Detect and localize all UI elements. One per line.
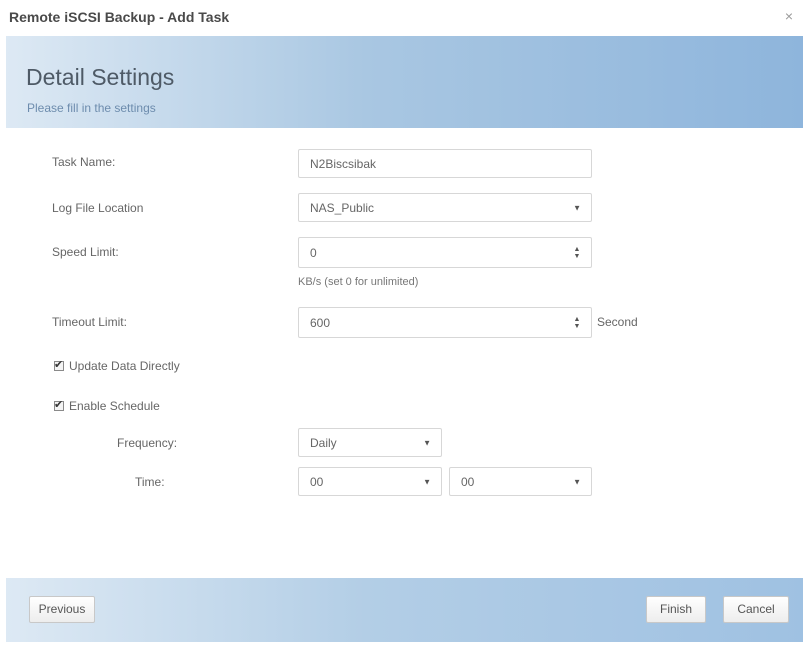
time-minute-value: 00: [461, 474, 475, 489]
close-icon[interactable]: ×: [781, 8, 797, 24]
task-name-input[interactable]: N2Biscsibak: [298, 149, 592, 178]
frequency-value: Daily: [310, 435, 337, 450]
timeout-limit-value: 600: [310, 315, 331, 330]
footer-bar: Previous Finish Cancel: [6, 578, 803, 642]
speed-limit-stepper[interactable]: 0 ▲ ▼: [298, 237, 592, 268]
enable-schedule-checkbox[interactable]: Enable Schedule: [54, 398, 160, 413]
update-data-directly-label: Update Data Directly: [69, 359, 180, 373]
task-name-label: Task Name:: [52, 155, 116, 169]
task-name-value: N2Biscsibak: [310, 156, 377, 171]
title-bar: Remote iSCSI Backup - Add Task ×: [0, 0, 809, 36]
page-subtitle: Please fill in the settings: [27, 101, 156, 115]
time-hour-select[interactable]: 00 ▼: [298, 467, 442, 496]
log-file-location-label: Log File Location: [52, 201, 144, 215]
frequency-label: Frequency:: [117, 436, 178, 450]
chevron-down-icon: ▼: [573, 203, 581, 212]
page-title: Detail Settings: [26, 64, 175, 90]
speed-limit-label: Speed Limit:: [52, 245, 119, 259]
log-file-location-value: NAS_Public: [310, 200, 375, 215]
checkmark-icon[interactable]: [54, 398, 64, 411]
time-label: Time:: [135, 475, 165, 489]
window-title: Remote iSCSI Backup - Add Task: [9, 9, 230, 25]
time-hour-value: 00: [310, 474, 324, 489]
spinner-arrows-icon[interactable]: ▲ ▼: [573, 316, 581, 330]
cancel-button[interactable]: Cancel: [723, 596, 789, 623]
spinner-arrows-icon[interactable]: ▲ ▼: [573, 246, 581, 260]
time-minute-select[interactable]: 00 ▼: [449, 467, 592, 496]
speed-limit-value: 0: [310, 245, 317, 260]
add-task-dialog: Remote iSCSI Backup - Add Task × Detail …: [0, 0, 809, 648]
previous-button[interactable]: Previous: [29, 596, 95, 623]
timeout-limit-label: Timeout Limit:: [52, 315, 127, 329]
log-file-location-select[interactable]: NAS_Public ▼: [298, 193, 592, 222]
checkmark-icon[interactable]: [54, 358, 64, 371]
chevron-down-icon: ▼: [573, 477, 581, 486]
timeout-unit-label: Second: [597, 315, 638, 329]
chevron-down-icon: ▼: [423, 477, 431, 486]
timeout-limit-stepper[interactable]: 600 ▲ ▼: [298, 307, 592, 338]
chevron-down-icon: ▼: [423, 438, 431, 447]
enable-schedule-label: Enable Schedule: [69, 399, 160, 413]
header-banner: Detail Settings Please fill in the setti…: [6, 36, 803, 128]
update-data-directly-checkbox[interactable]: Update Data Directly: [54, 358, 180, 373]
speed-limit-hint: KB/s (set 0 for unlimited): [298, 276, 419, 288]
frequency-select[interactable]: Daily ▼: [298, 428, 442, 457]
finish-button[interactable]: Finish: [646, 596, 706, 623]
